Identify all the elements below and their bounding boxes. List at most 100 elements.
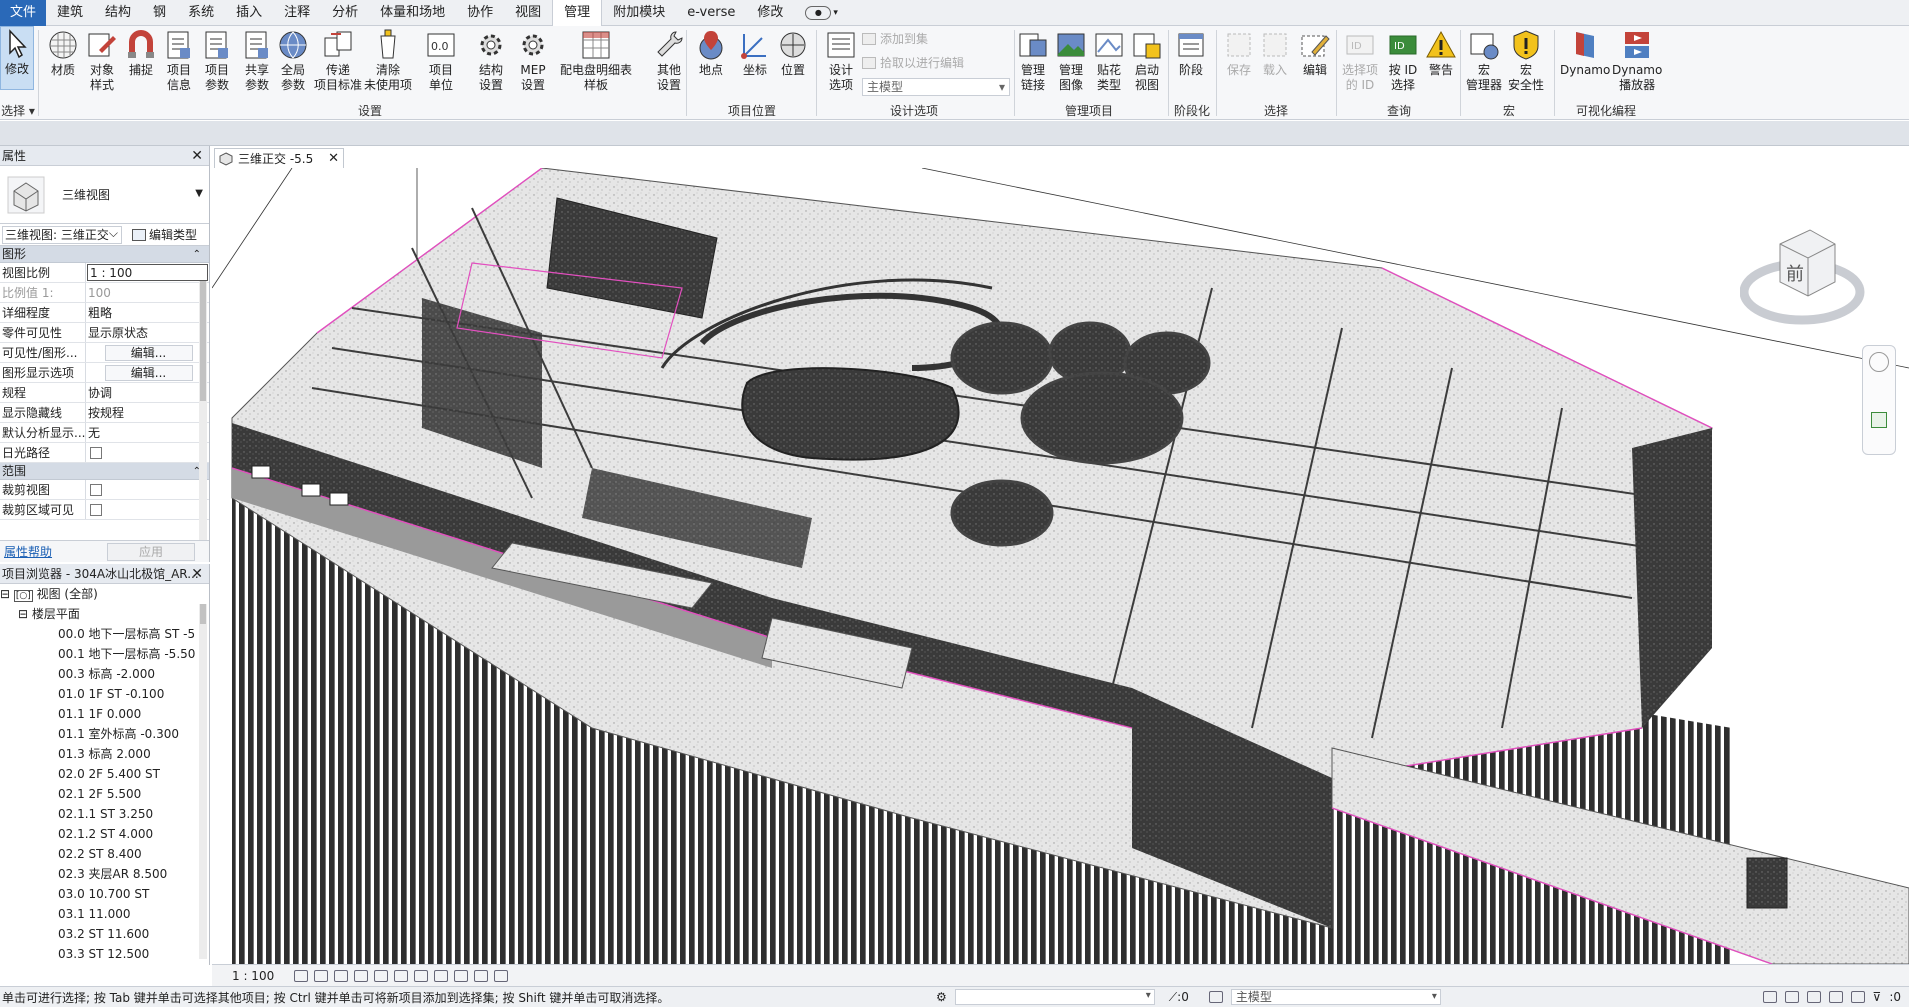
floor-plan-item[interactable]: 03.2 ST 11.600 xyxy=(0,924,209,944)
property-edit-button[interactable]: 编辑... xyxy=(86,343,209,362)
floor-plan-item[interactable]: 00.1 地下一层标高 -5.50 xyxy=(0,644,209,664)
floor-plan-item[interactable]: 02.3 夹层AR 8.500 xyxy=(0,864,209,884)
section-extents[interactable]: 范围 ⌃ xyxy=(0,463,209,480)
edit-type-button[interactable]: 编辑类型 xyxy=(132,226,197,243)
floor-plan-item[interactable]: 01.3 标高 2.000 xyxy=(0,744,209,764)
render-icon[interactable] xyxy=(374,969,389,982)
select-pinned-icon[interactable] xyxy=(1806,991,1821,1003)
wrench-button[interactable]: 其他 设置 xyxy=(652,28,686,93)
menu-tab[interactable]: 体量和场地 xyxy=(369,0,456,26)
menu-tab[interactable]: 视图 xyxy=(504,0,552,26)
section-graphics[interactable]: 图形 ⌃ xyxy=(0,246,209,263)
toggle-panel-button[interactable]: ● ▾ xyxy=(794,0,849,26)
add-to-set-button[interactable]: 添加到集 xyxy=(862,30,928,47)
scroll-thumb[interactable] xyxy=(200,281,206,401)
show-crop-icon[interactable] xyxy=(414,969,429,982)
floor-plan-item[interactable]: 02.1.1 ST 3.250 xyxy=(0,804,209,824)
dynamo-player-button[interactable]: Dynamo 播放器 xyxy=(1612,28,1662,93)
design-option-icon[interactable] xyxy=(1208,991,1223,1003)
select-by-id-button[interactable]: ID 按 ID 选择 xyxy=(1386,28,1420,93)
doc-button[interactable]: 共享 参数 xyxy=(240,28,274,93)
snap-button[interactable]: 捕捉 xyxy=(124,28,158,78)
properties-help-link[interactable]: 属性帮助 xyxy=(4,543,52,560)
close-icon[interactable]: ✕ xyxy=(191,146,203,166)
menu-tab[interactable]: 插入 xyxy=(225,0,273,26)
position-button[interactable]: 位置 xyxy=(776,28,810,78)
cube-front-face[interactable]: 前 xyxy=(1786,264,1804,285)
menu-tab[interactable]: 结构 xyxy=(94,0,142,26)
select-by-face-icon[interactable] xyxy=(1828,991,1843,1003)
image-button[interactable]: 管理 图像 xyxy=(1054,28,1088,93)
gear-button[interactable]: MEP 设置 xyxy=(516,28,550,93)
workset-dropdown[interactable] xyxy=(954,989,1155,1005)
load-selection-button[interactable]: 载入 xyxy=(1258,28,1292,78)
property-checkbox[interactable] xyxy=(90,504,102,516)
apply-button[interactable]: 应用 xyxy=(107,542,195,561)
floor-plan-item[interactable]: 03.1 11.000 xyxy=(0,904,209,924)
menu-tab[interactable]: 系统 xyxy=(177,0,225,26)
floor-plan-item[interactable]: 02.2 ST 8.400 xyxy=(0,844,209,864)
modify-button[interactable]: 修改 xyxy=(0,26,34,90)
property-value[interactable]: 按规程 xyxy=(86,403,209,422)
view-scale[interactable]: 1 : 100 xyxy=(232,969,274,983)
floor-plan-item[interactable]: 01.0 1F ST -0.100 xyxy=(0,684,209,704)
scroll-thumb[interactable] xyxy=(200,604,206,624)
globe-button[interactable]: 全局 参数 xyxy=(276,28,310,93)
floor-plan-item[interactable]: 03.3 ST 12.500 xyxy=(0,944,209,964)
temporary-hide-icon[interactable] xyxy=(454,969,469,982)
steering-wheel-icon[interactable] xyxy=(1869,352,1889,372)
property-value[interactable]: 协调 xyxy=(86,383,209,402)
property-value[interactable]: 无 xyxy=(86,423,209,442)
shadows-icon[interactable] xyxy=(354,969,369,982)
menu-tab[interactable]: 注释 xyxy=(273,0,321,26)
floor-plan-item[interactable]: 02.0 2F 5.400 ST xyxy=(0,764,209,784)
macro-security-button[interactable]: 宏 安全性 xyxy=(1508,28,1544,93)
view-tab-3d[interactable]: 三维正交 -5.5 ✕ xyxy=(214,148,344,168)
design-option-dropdown[interactable]: 主模型 xyxy=(862,78,1010,96)
drag-elements-icon[interactable] xyxy=(1850,991,1865,1003)
menu-tab[interactable]: 附加模块 xyxy=(602,0,676,26)
close-icon[interactable]: ✕ xyxy=(191,564,203,584)
property-checkbox[interactable] xyxy=(90,447,102,459)
navigation-bar[interactable] xyxy=(1862,345,1896,455)
units-button[interactable]: 0.0 项目 单位 xyxy=(424,28,458,93)
reveal-hidden-icon[interactable] xyxy=(474,969,489,982)
ids-of-selection-button[interactable]: ID 选择项 的 ID xyxy=(1342,28,1378,93)
floor-plan-item[interactable]: 00.3 标高 -2.000 xyxy=(0,664,209,684)
floor-plan-item[interactable]: 01.1 室外标高 -0.300 xyxy=(0,724,209,744)
panel-button[interactable]: 配电盘明细表 样板 xyxy=(560,28,632,93)
doc-button[interactable]: 项目 信息 xyxy=(162,28,196,93)
pick-to-edit-button[interactable]: 拾取以进行编辑 xyxy=(862,54,964,71)
phases-button[interactable]: 阶段 xyxy=(1174,28,1208,78)
tree-root-views[interactable]: ⊟ [○] 视图 (全部) xyxy=(0,584,209,604)
browser-scrollbar[interactable] xyxy=(199,604,207,959)
zoom-region-icon[interactable] xyxy=(1871,412,1887,428)
warnings-button[interactable]: 警告 xyxy=(1424,28,1458,78)
filter-icon[interactable]: ⊽ xyxy=(1873,990,1882,1004)
editable-only-icon[interactable]: ⟋ xyxy=(1169,990,1177,1005)
tree-group-floor-plans[interactable]: ⊟ 楼层平面 xyxy=(0,604,209,624)
analytical-model-icon[interactable] xyxy=(494,969,509,982)
select-links-icon[interactable] xyxy=(1762,991,1777,1003)
floor-plan-item[interactable]: 00.0 地下一层标高 ST -5 xyxy=(0,624,209,644)
edit-selection-button[interactable]: 编辑 xyxy=(1298,28,1332,78)
property-value-input[interactable]: 1 : 100 xyxy=(87,264,208,281)
menu-tab[interactable]: 钢 xyxy=(142,0,177,26)
menu-tab[interactable]: 分析 xyxy=(321,0,369,26)
floor-plan-item[interactable]: 03.0 10.700 ST xyxy=(0,884,209,904)
menu-tab[interactable]: 修改 xyxy=(746,0,794,26)
gear-button[interactable]: 结构 设置 xyxy=(474,28,508,93)
macro-manager-button[interactable]: 宏 管理器 xyxy=(1466,28,1502,93)
sun-path-icon[interactable] xyxy=(334,969,349,982)
property-value[interactable]: 粗略 xyxy=(86,303,209,322)
floor-plan-item[interactable]: 02.1.2 ST 4.000 xyxy=(0,824,209,844)
startview-button[interactable]: 启动 视图 xyxy=(1130,28,1164,93)
pin-button[interactable]: 地点 xyxy=(694,28,728,78)
transfer-button[interactable]: 传递 项目标准 xyxy=(314,28,362,93)
purge-button[interactable]: 清除 未使用项 xyxy=(364,28,412,93)
lock-3d-view-icon[interactable] xyxy=(434,969,449,982)
properties-scrollbar[interactable] xyxy=(199,281,207,541)
active-design-option-dropdown[interactable]: 主模型 xyxy=(1230,989,1441,1005)
menu-tab[interactable]: 建筑 xyxy=(46,0,94,26)
property-value[interactable]: 显示原状态 xyxy=(86,323,209,342)
